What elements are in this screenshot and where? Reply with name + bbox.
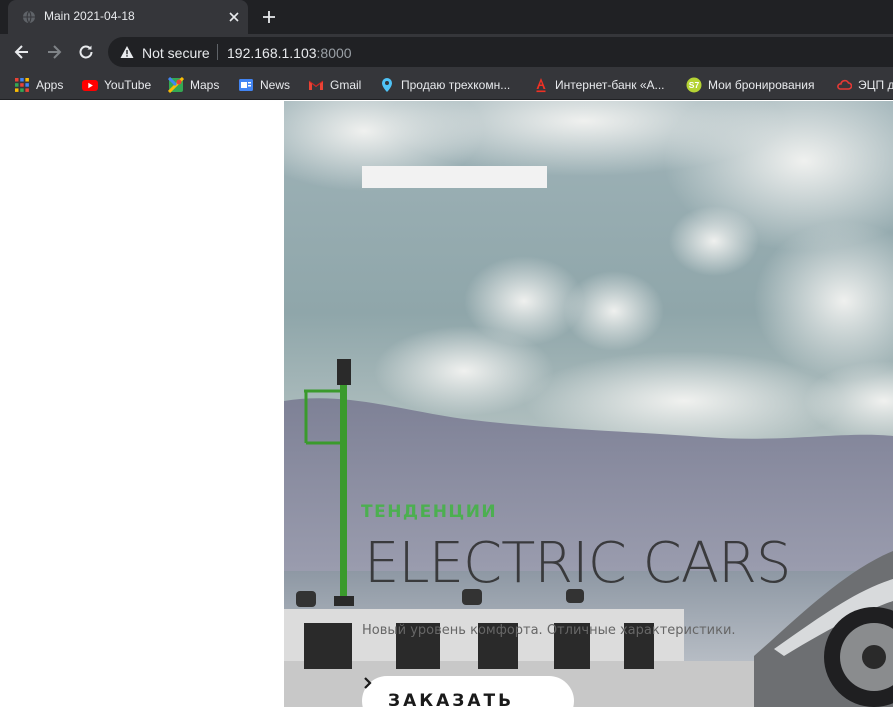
new-tab-icon[interactable]	[260, 8, 278, 26]
bookmark-maps[interactable]: Maps	[168, 77, 219, 93]
hero-background-image	[284, 101, 893, 707]
bookmark-label: Мои бронирования	[708, 78, 815, 92]
hero-subtitle: Новый уровень комфорта. Отличные характе…	[362, 623, 736, 638]
tab-strip: Main 2021-04-18	[0, 0, 893, 34]
omnibox-divider	[217, 44, 218, 60]
browser-toolbar: Not secure 192.168.1.103:8000	[0, 34, 893, 70]
url-host: 192.168.1.103	[227, 45, 317, 61]
order-button[interactable]: ЗАКАЗАТЬ	[362, 676, 574, 707]
url-port: :8000	[316, 45, 352, 61]
forward-arrow-icon[interactable]	[44, 42, 64, 62]
cloud-icon	[837, 79, 852, 90]
bookmark-apartment-sale[interactable]: Продаю трехкомн...	[379, 77, 510, 93]
reload-icon[interactable]	[76, 42, 96, 62]
maps-icon	[168, 77, 184, 93]
bookmark-label: News	[260, 78, 291, 92]
bookmarks-bar: Apps YouTube Maps News Gmail Продаю трех…	[0, 70, 893, 100]
hero-headline: ELECTRIC CARS	[364, 531, 791, 596]
back-arrow-icon[interactable]	[12, 42, 32, 62]
url-text[interactable]: 192.168.1.103:8000	[227, 45, 352, 61]
news-icon	[239, 79, 253, 91]
site-logo-placeholder[interactable]	[362, 166, 547, 188]
alfa-bank-icon	[536, 78, 546, 93]
bookmark-my-bookings[interactable]: S7 Мои бронирования	[686, 77, 814, 93]
browser-tab-active[interactable]: Main 2021-04-18	[8, 0, 248, 34]
bookmark-internet-bank[interactable]: Интернет-банк «А...	[533, 77, 665, 93]
map-pin-icon	[382, 78, 392, 92]
svg-text:S7: S7	[689, 80, 700, 90]
hero-eyebrow: ТЕНДЕНЦИИ	[361, 502, 498, 522]
bookmark-label: Продаю трехкомн...	[401, 78, 511, 92]
s7-icon: S7	[686, 77, 702, 93]
bookmark-label: ЭЦП д	[858, 78, 893, 92]
gmail-icon	[308, 80, 324, 90]
security-status[interactable]: Not secure	[142, 45, 210, 61]
bookmark-news[interactable]: News	[238, 77, 290, 93]
youtube-icon	[82, 80, 98, 91]
page-viewport: ТЕНДЕНЦИИ ELECTRIC CARS Новый уровень ко…	[0, 101, 893, 707]
bookmark-apps[interactable]: Apps	[14, 77, 63, 93]
apps-grid-icon	[15, 78, 29, 92]
bookmark-label: YouTube	[104, 78, 152, 92]
warning-icon[interactable]	[120, 45, 134, 59]
order-button-label: ЗАКАЗАТЬ	[388, 691, 515, 707]
bookmark-label: Gmail	[330, 78, 362, 92]
close-tab-icon[interactable]	[226, 9, 242, 25]
address-bar[interactable]: Not secure 192.168.1.103:8000	[108, 37, 893, 67]
hero-section: ТЕНДЕНЦИИ ELECTRIC CARS Новый уровень ко…	[284, 101, 893, 707]
bookmark-youtube[interactable]: YouTube	[82, 77, 151, 93]
bookmark-ecp[interactable]: ЭЦП д	[836, 77, 893, 93]
bookmark-label: Apps	[36, 78, 64, 92]
bookmark-label: Maps	[190, 78, 220, 92]
chevron-right-icon	[364, 677, 372, 689]
bookmark-label: Интернет-банк «А...	[555, 78, 665, 92]
globe-icon	[23, 10, 35, 24]
tab-title: Main 2021-04-18	[44, 9, 135, 23]
bookmark-gmail[interactable]: Gmail	[308, 77, 361, 93]
